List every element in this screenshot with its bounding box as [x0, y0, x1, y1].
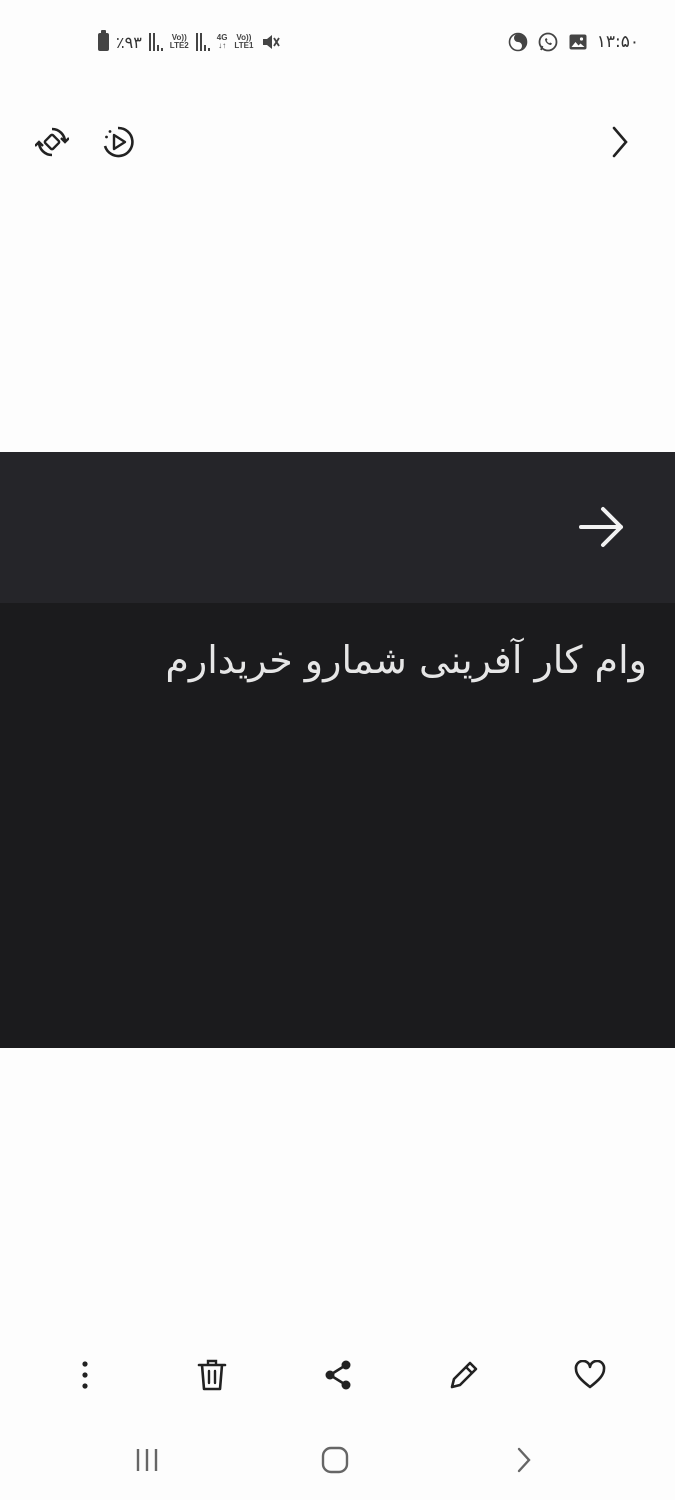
network-label-3-bottom: LTE1 — [234, 41, 254, 50]
network-label-2-bottom: ↓↑ — [218, 41, 227, 50]
recents-icon — [134, 1447, 160, 1477]
top-toolbar — [0, 110, 675, 180]
motion-photo-button[interactable] — [96, 122, 140, 166]
status-left-group: ٪۹۳ Vo)) LTE2 4G ↓↑ Vo)) LTE1 — [98, 28, 282, 56]
status-right-group: ۱۳:۵۰ — [507, 28, 639, 56]
whatsapp-icon — [537, 31, 559, 53]
bottom-toolbar — [0, 1345, 675, 1409]
network-label-2: 4G ↓↑ — [217, 34, 228, 50]
edit-icon — [448, 1359, 480, 1395]
delete-button[interactable] — [188, 1353, 236, 1401]
vpn-icon — [507, 31, 529, 53]
signal-strength-icon — [195, 33, 210, 51]
network-label-1: Vo)) LTE2 — [170, 34, 189, 50]
more-options-button[interactable] — [61, 1353, 109, 1401]
next-button[interactable] — [598, 122, 642, 166]
favorite-button[interactable] — [566, 1353, 614, 1401]
gallery-icon — [567, 31, 589, 53]
photo-header-band — [0, 452, 675, 603]
edit-button[interactable] — [440, 1353, 488, 1401]
recents-button[interactable] — [125, 1440, 169, 1484]
home-button[interactable] — [313, 1440, 357, 1484]
motion-photo-icon — [100, 124, 136, 164]
clock: ۱۳:۵۰ — [596, 32, 639, 52]
share-icon — [323, 1359, 353, 1395]
rotate-icon — [34, 125, 70, 163]
chevron-right-icon — [608, 124, 632, 164]
battery-icon — [98, 30, 109, 51]
home-icon — [321, 1446, 349, 1478]
back-button[interactable] — [502, 1440, 546, 1484]
status-bar: ٪۹۳ Vo)) LTE2 4G ↓↑ Vo)) LTE1 ۱۳:۵۰ — [0, 0, 675, 84]
share-button[interactable] — [314, 1353, 362, 1401]
more-vertical-icon — [81, 1360, 89, 1394]
signal-strength-icon — [148, 33, 163, 51]
trash-icon — [197, 1358, 227, 1396]
network-label-1-bottom: LTE2 — [169, 41, 189, 50]
photo-view[interactable]: وام کار آفرینی شمارو خریدارم — [0, 452, 675, 1048]
battery-level: ٪۹۳ — [116, 32, 142, 52]
rotate-button[interactable] — [30, 122, 74, 166]
back-icon — [515, 1446, 533, 1478]
network-label-3: Vo)) LTE1 — [234, 34, 253, 50]
photo-message-text: وام کار آفرینی شمارو خریدارم — [165, 638, 647, 682]
mute-icon — [260, 31, 282, 53]
system-nav-bar — [0, 1430, 675, 1494]
heart-icon — [573, 1359, 607, 1394]
arrow-right-icon — [577, 502, 627, 552]
